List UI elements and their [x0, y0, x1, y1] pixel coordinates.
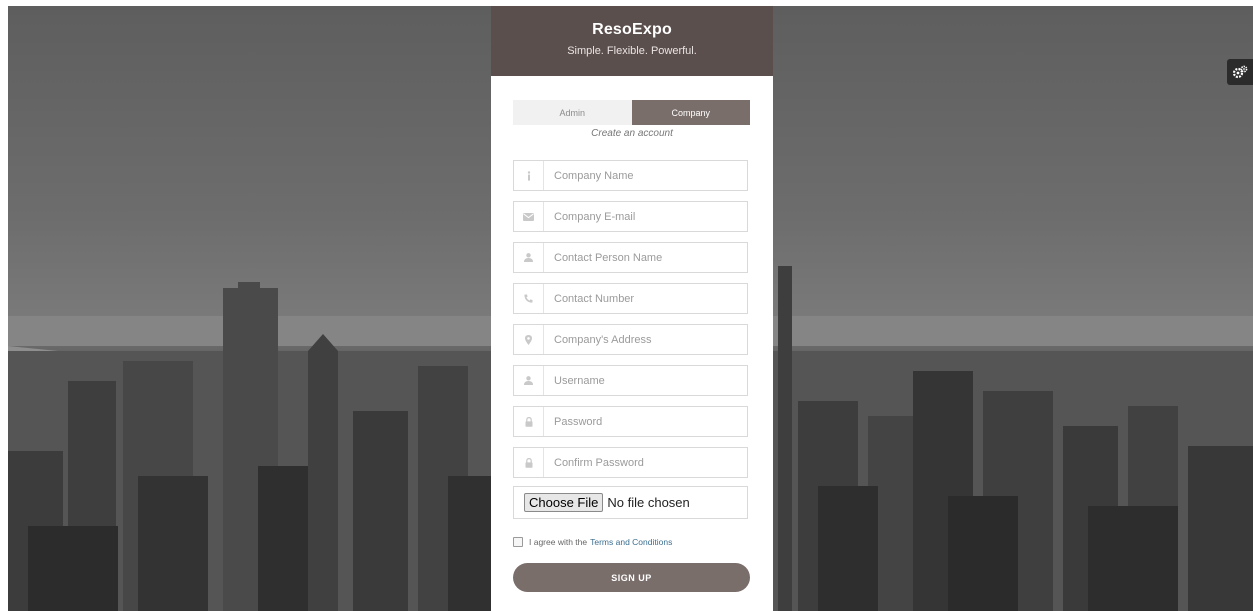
user-icon — [524, 376, 533, 385]
brand-name: ResoExpo — [592, 21, 672, 38]
confirm-password-field[interactable] — [513, 447, 748, 478]
form-subtitle: Create an account — [591, 128, 673, 139]
tab-admin[interactable]: Admin — [513, 100, 632, 125]
company-name-field[interactable] — [513, 160, 748, 191]
contact-number-input[interactable] — [544, 284, 747, 313]
envelope-icon — [523, 212, 534, 221]
confirm-password-input[interactable] — [544, 448, 747, 477]
username-input[interactable] — [544, 366, 747, 395]
username-field[interactable] — [513, 365, 748, 396]
brand-tagline: Simple. Flexible. Powerful. — [567, 45, 697, 57]
contact-number-field[interactable] — [513, 283, 748, 314]
file-status-text: No file chosen — [607, 495, 690, 510]
info-icon — [527, 170, 530, 181]
sign-up-button[interactable]: SIGN UP — [513, 563, 750, 592]
company-name-input[interactable] — [544, 161, 747, 190]
terms-checkbox[interactable] — [513, 537, 523, 547]
password-input[interactable] — [544, 407, 747, 436]
gears-icon — [1232, 65, 1248, 79]
terms-agreement: I agree with the Terms and Conditions — [513, 537, 672, 547]
lock-icon — [525, 457, 532, 468]
phone-icon — [524, 294, 533, 303]
lock-icon — [525, 416, 532, 427]
settings-gear-button[interactable] — [1227, 59, 1253, 85]
signup-panel: ResoExpo Simple. Flexible. Powerful. Adm… — [491, 6, 773, 611]
panel-header: ResoExpo Simple. Flexible. Powerful. — [491, 6, 773, 76]
company-email-field[interactable] — [513, 201, 748, 232]
company-address-field[interactable] — [513, 324, 748, 355]
tab-company[interactable]: Company — [631, 100, 750, 125]
file-upload-field: Choose File No file chosen — [513, 486, 748, 519]
contact-person-field[interactable] — [513, 242, 748, 273]
map-marker-icon — [525, 334, 532, 345]
account-type-tabs: Admin Company — [513, 100, 750, 125]
company-address-input[interactable] — [544, 325, 747, 354]
user-icon — [524, 253, 533, 262]
terms-label: I agree with the — [529, 537, 588, 547]
choose-file-button[interactable]: Choose File — [524, 493, 604, 512]
terms-link[interactable]: Terms and Conditions — [590, 537, 672, 547]
password-field[interactable] — [513, 406, 748, 437]
contact-person-input[interactable] — [544, 243, 747, 272]
company-email-input[interactable] — [544, 202, 747, 231]
